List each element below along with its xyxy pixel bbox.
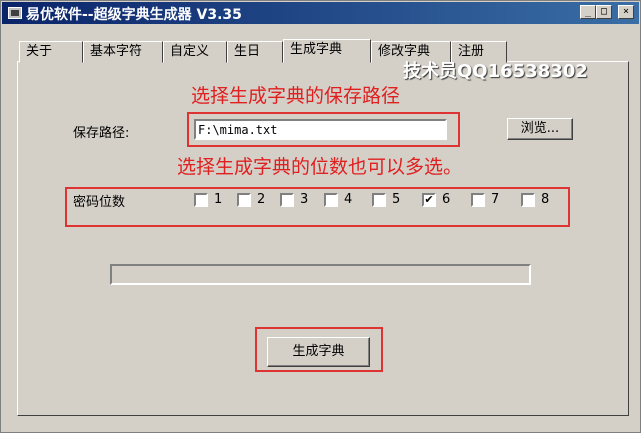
- tab-custom[interactable]: 自定义: [163, 41, 227, 63]
- app-icon: [8, 7, 22, 19]
- checkbox-box[interactable]: [280, 193, 294, 207]
- window-title: 易优软件--超级字典生成器 V3.35: [26, 7, 242, 23]
- maximize-button[interactable]: □: [596, 5, 612, 19]
- watermark-text: 技术员QQ16538302: [403, 61, 588, 82]
- generate-dict-button[interactable]: 生成字典: [267, 337, 370, 367]
- tab-about[interactable]: 关于: [19, 41, 83, 63]
- save-path-input[interactable]: [194, 119, 447, 140]
- checkbox-box[interactable]: ✔: [422, 193, 436, 207]
- checkbox-label: 3: [300, 192, 309, 207]
- title-bar[interactable]: 易优软件--超级字典生成器 V3.35 _ □ ×: [2, 2, 639, 24]
- checkbox-label: 5: [392, 192, 401, 207]
- save-path-label: 保存路径:: [73, 126, 130, 141]
- tab-birthday[interactable]: 生日: [227, 41, 283, 63]
- digits-annotation: 选择生成字典的位数也可以多选。: [177, 156, 463, 178]
- browse-button[interactable]: 浏览...: [507, 118, 573, 140]
- checkbox-box[interactable]: [521, 193, 535, 207]
- checkbox-label: 8: [541, 192, 550, 207]
- checkbox-label: 1: [214, 192, 223, 207]
- checkbox-label: 6: [442, 192, 451, 207]
- digits-label: 密码位数: [73, 195, 126, 210]
- checkbox-label: 4: [344, 192, 353, 207]
- tab-generate-dict[interactable]: 生成字典: [283, 39, 371, 63]
- tab-basic-chars[interactable]: 基本字符: [83, 41, 163, 63]
- checkbox-label: 7: [491, 192, 500, 207]
- minimize-button[interactable]: _: [580, 5, 596, 19]
- checkbox-box[interactable]: [471, 193, 485, 207]
- checkbox-box[interactable]: [372, 193, 386, 207]
- checkbox-label: 2: [257, 192, 266, 207]
- checkbox-box[interactable]: [237, 193, 251, 207]
- checkbox-box[interactable]: [194, 193, 208, 207]
- app-window: 易优软件--超级字典生成器 V3.35 _ □ × 关于 基本字符 自定义 生日…: [0, 0, 641, 433]
- save-path-annotation: 选择生成字典的保存路径: [191, 85, 401, 107]
- progress-bar: [110, 264, 531, 285]
- close-button[interactable]: ×: [618, 5, 634, 19]
- checkbox-box[interactable]: [324, 193, 338, 207]
